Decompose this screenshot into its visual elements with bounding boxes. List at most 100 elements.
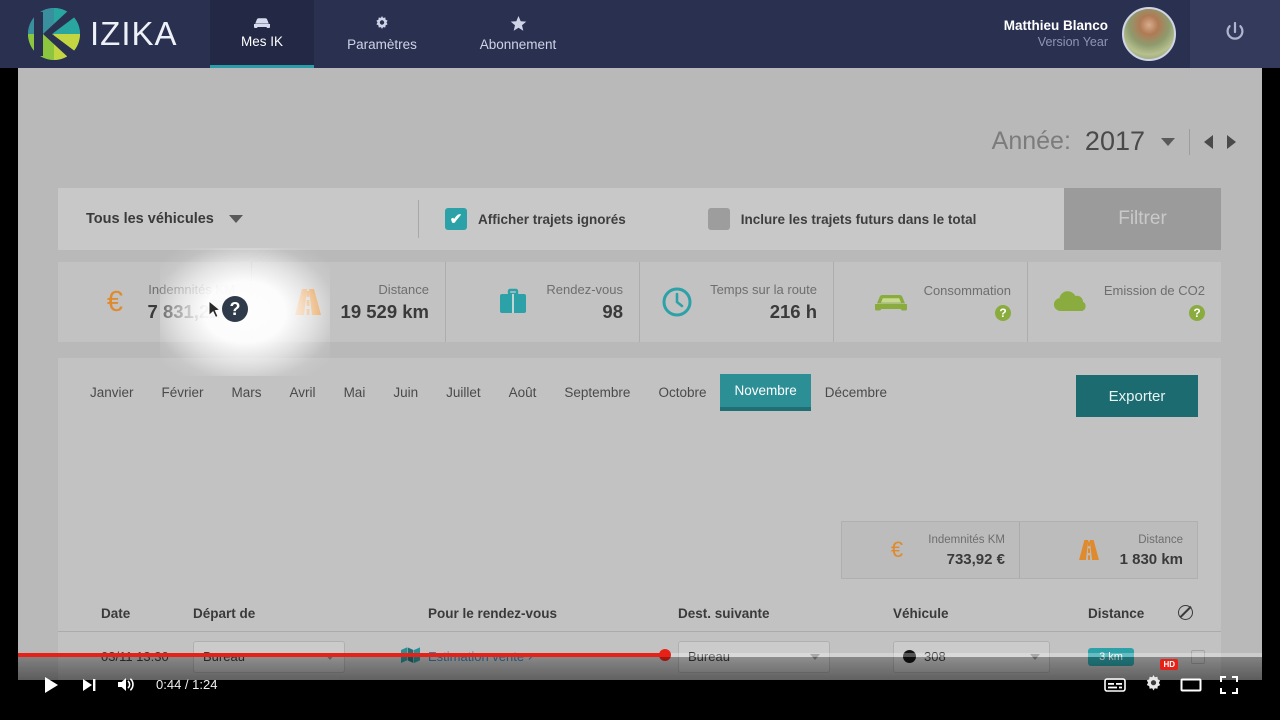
mouse-cursor-icon xyxy=(208,300,222,325)
column-header-ignore xyxy=(1178,605,1218,623)
kpi-title: Emission de CO2 xyxy=(1104,283,1205,298)
cloud-icon xyxy=(1050,281,1092,323)
nav-item-abonnement-label: Abonnement xyxy=(480,37,557,52)
month-summary-text: Indemnités KM 733,92 € xyxy=(928,529,1005,571)
svg-text:€: € xyxy=(106,286,122,318)
volume-button[interactable] xyxy=(108,666,146,704)
checkbox-afficher-trajets-ignores[interactable]: ✔ Afficher trajets ignorés xyxy=(419,208,626,230)
month-summary-value: 1 830 km xyxy=(1120,551,1183,568)
checkbox-inclure-label: Inclure les trajets futurs dans le total xyxy=(741,212,977,227)
kpi-title: Consommation xyxy=(924,283,1011,298)
exporter-button[interactable]: Exporter xyxy=(1076,375,1198,417)
month-tab-mai[interactable]: Mai xyxy=(330,376,380,409)
month-summary-title: Distance xyxy=(1138,534,1183,546)
kpi-value: 19 529 km xyxy=(341,301,429,322)
column-header-date: Date xyxy=(58,606,193,621)
column-header-destination: Dest. suivante xyxy=(678,606,893,621)
kpi-title: Rendez-vous xyxy=(546,282,623,297)
filtrer-button[interactable]: Filtrer xyxy=(1064,188,1221,250)
month-tab-aout[interactable]: Août xyxy=(495,376,551,409)
clock-icon xyxy=(656,281,698,323)
filter-bar: Tous les véhicules ✔ Afficher trajets ig… xyxy=(58,188,1221,250)
subtitles-button[interactable] xyxy=(1096,666,1134,704)
user-name: Matthieu Blanco xyxy=(1004,18,1108,35)
checkbox-unchecked-icon xyxy=(708,208,730,230)
kpi-title: Distance xyxy=(378,282,429,297)
nav-item-parametres[interactable]: Paramètres xyxy=(314,0,450,68)
kpi-value: 216 h xyxy=(770,301,817,322)
theater-mode-button[interactable] xyxy=(1172,666,1210,704)
month-tab-octobre[interactable]: Octobre xyxy=(644,376,720,409)
nav-item-mes-ik-label: Mes IK xyxy=(241,34,283,49)
month-tab-juillet[interactable]: Juillet xyxy=(432,376,495,409)
logout-button[interactable] xyxy=(1190,0,1280,68)
nav-item-mes-ik[interactable]: Mes IK xyxy=(210,0,314,68)
svg-text:€: € xyxy=(891,537,903,562)
divider xyxy=(1189,129,1190,155)
help-icon[interactable]: ? xyxy=(222,296,248,322)
vehicle-filter-dropdown[interactable]: Tous les véhicules xyxy=(58,211,418,227)
month-tab-janvier[interactable]: Janvier xyxy=(76,376,148,409)
next-year-button[interactable] xyxy=(1227,135,1236,149)
next-video-button[interactable] xyxy=(70,666,108,704)
star-icon xyxy=(510,16,527,32)
user-names: Matthieu Blanco Version Year xyxy=(1004,18,1108,51)
avatar[interactable] xyxy=(1122,7,1176,61)
kpi-title: Temps sur la route xyxy=(710,282,817,297)
column-header-depart: Départ de xyxy=(193,606,393,621)
chevron-down-icon[interactable] xyxy=(1161,138,1175,146)
kpi-title: Indemnités KM xyxy=(148,282,235,297)
checkbox-inclure-trajets-futurs[interactable]: Inclure les trajets futurs dans le total xyxy=(626,208,977,230)
month-tab-juin[interactable]: Juin xyxy=(379,376,432,409)
kpi-value: 98 xyxy=(602,301,623,322)
month-summary-distance: Distance 1 830 km xyxy=(1020,522,1197,578)
video-time-display: 0:44 / 1:24 xyxy=(156,677,217,692)
month-tab-novembre[interactable]: Novembre xyxy=(720,374,810,411)
month-tab-fevrier[interactable]: Février xyxy=(148,376,218,409)
power-icon xyxy=(1224,21,1246,48)
user-subscription-label: Version Year xyxy=(1004,35,1108,51)
user-account-area[interactable]: Matthieu Blanco Version Year xyxy=(1004,0,1190,68)
briefcase-icon xyxy=(492,281,534,323)
kpi-text: Rendez-vous 98 xyxy=(546,279,623,326)
top-navigation-bar: IZIKA Mes IK Paramètres Abonnement xyxy=(0,0,1280,68)
help-icon[interactable]: ? xyxy=(1189,305,1205,321)
checkbox-checked-icon: ✔ xyxy=(445,208,467,230)
chevron-down-icon xyxy=(229,215,243,223)
nav-item-parametres-label: Paramètres xyxy=(347,37,417,52)
car-green-icon xyxy=(870,281,912,323)
screenshot-root: IZIKA Mes IK Paramètres Abonnement xyxy=(0,0,1280,720)
month-tabs: Janvier Février Mars Avril Mai Juin Juil… xyxy=(58,358,1221,426)
prev-year-button[interactable] xyxy=(1204,135,1213,149)
kpi-text: Temps sur la route 216 h xyxy=(710,279,817,326)
page-content: Année: 2017 Tous les véhicules ✔ Affiche… xyxy=(18,68,1262,680)
year-label: Année: xyxy=(992,127,1071,156)
app-logo[interactable]: IZIKA xyxy=(0,0,210,68)
settings-button[interactable]: HD xyxy=(1134,666,1172,704)
kpi-distance: Distance 19 529 km xyxy=(252,262,446,342)
table-header-row: Date Départ de Pour le rendez-vous Dest.… xyxy=(58,596,1221,632)
kpi-text: Consommation ? xyxy=(924,280,1011,323)
month-tab-septembre[interactable]: Septembre xyxy=(550,376,644,409)
help-icon[interactable]: ? xyxy=(995,305,1011,321)
gear-icon xyxy=(1144,675,1163,694)
play-button[interactable] xyxy=(32,666,70,704)
car-icon xyxy=(252,16,272,29)
column-header-rendezvous: Pour le rendez-vous xyxy=(428,606,678,621)
kpi-temps-sur-la-route: Temps sur la route 216 h xyxy=(640,262,834,342)
month-summary-title: Indemnités KM xyxy=(928,534,1005,546)
primary-nav-items: Mes IK Paramètres Abonnement xyxy=(210,0,586,68)
month-tab-avril[interactable]: Avril xyxy=(276,376,330,409)
fullscreen-button[interactable] xyxy=(1210,666,1248,704)
nav-item-abonnement[interactable]: Abonnement xyxy=(450,0,586,68)
month-tab-decembre[interactable]: Décembre xyxy=(811,376,901,409)
video-controls-bar: 0:44 / 1:24 HD xyxy=(18,657,1262,712)
euro-icon: € xyxy=(876,529,918,571)
month-tab-mars[interactable]: Mars xyxy=(218,376,276,409)
gear-icon xyxy=(374,16,390,32)
kpi-rendez-vous: Rendez-vous 98 xyxy=(446,262,640,342)
month-summary-value: 733,92 € xyxy=(947,551,1005,568)
year-value[interactable]: 2017 xyxy=(1085,126,1145,157)
kpi-text: Distance 19 529 km xyxy=(341,279,429,326)
kpi-consommation: Consommation ? xyxy=(834,262,1028,342)
